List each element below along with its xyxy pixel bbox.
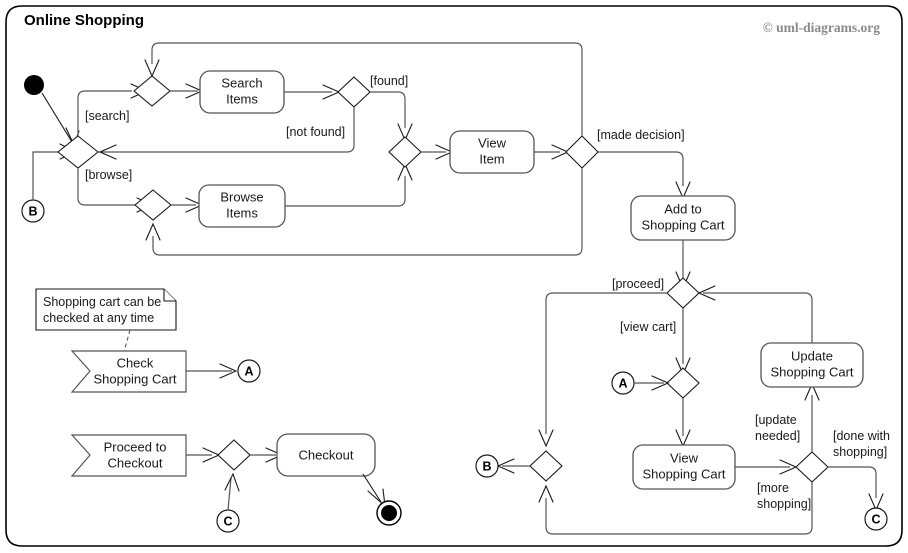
- decision-search-or-browse: [57, 135, 99, 169]
- edge-found-to-merge: [370, 91, 406, 128]
- decision-made-decision: [565, 135, 599, 169]
- merge-to-b-connector: [529, 450, 563, 482]
- guard-browse: [browse]: [85, 168, 132, 182]
- initial-node: [24, 75, 44, 95]
- edge-b-to-decision: [32, 151, 62, 200]
- guard-update-needed-line1: [update: [755, 413, 797, 427]
- final-node-inner: [381, 505, 397, 521]
- action-view-item-label-line2: Item: [479, 151, 504, 166]
- action-browse-items-label-line1: Browse: [220, 189, 263, 204]
- arrowhead-c-to-merge-checkout: [224, 472, 240, 492]
- action-view-cart-label-line2: Shopping Cart: [642, 466, 725, 481]
- merge-before-checkout: [217, 439, 251, 471]
- edge-checkout-to-final: [362, 473, 382, 503]
- guard-proceed: [proceed]: [612, 277, 664, 291]
- merge-before-browse: [134, 189, 172, 221]
- guard-made-decision: [made decision]: [597, 128, 685, 142]
- merge-proceed: [666, 277, 700, 309]
- edge-made-decision-to-add-cart: [598, 151, 684, 186]
- action-view-item-label-line1: View: [478, 135, 507, 150]
- guard-done-shopping-line2: shopping]: [833, 445, 887, 459]
- edge-browse-items-to-merge: [285, 176, 406, 207]
- action-search-items-label-line2: Items: [226, 91, 258, 106]
- connector-a-left-label: A: [244, 364, 253, 378]
- guard-more-shopping-line2: shopping]: [757, 497, 811, 511]
- action-update-cart-label-line1: Update: [791, 348, 833, 363]
- edge-proceed-to-b-merge: [545, 292, 667, 434]
- merge-before-search: [133, 75, 171, 107]
- connector-b-left-label: B: [28, 204, 37, 218]
- connector-c-right-label: C: [871, 512, 880, 526]
- signal-proceed-checkout-label-line2: Checkout: [108, 455, 163, 470]
- connector-a-right-label: A: [618, 376, 627, 390]
- action-view-cart-label-line1: View: [670, 450, 699, 465]
- connector-c-bottom-label: C: [223, 514, 232, 528]
- signal-check-cart-label-line2: Shopping Cart: [93, 371, 176, 386]
- page-title: Online Shopping: [24, 12, 144, 29]
- diagram-svg: Online Shopping © uml-diagrams.org B [se…: [5, 5, 903, 547]
- guard-search: [search]: [85, 109, 129, 123]
- copyright-label: © uml-diagrams.org: [763, 20, 881, 35]
- merge-before-view-item: [388, 136, 422, 168]
- note-line1: Shopping cart can be: [43, 295, 161, 309]
- signal-proceed-checkout-label-line1: Proceed to: [104, 439, 167, 454]
- edge-done-with-shopping: [828, 466, 877, 498]
- merge-a-view-cart: [666, 367, 700, 399]
- decision-found-not-found: [337, 76, 371, 108]
- action-checkout-label: Checkout: [299, 447, 354, 462]
- action-add-to-cart-label-line2: Shopping Cart: [641, 217, 724, 232]
- action-add-to-cart-label-line1: Add to: [664, 201, 702, 216]
- signal-check-cart-label-line1: Check: [117, 355, 154, 370]
- guard-done-shopping-line1: [done with: [833, 429, 890, 443]
- guard-view-cart: [view cart]: [620, 320, 676, 334]
- guard-more-shopping-line1: [more: [757, 481, 789, 495]
- guard-not-found: [not found]: [286, 125, 345, 139]
- guard-update-needed-line2: needed]: [755, 429, 800, 443]
- note-anchor-line: [123, 329, 131, 353]
- decision-cart-next-step: [795, 451, 829, 483]
- action-browse-items-label-line2: Items: [226, 205, 258, 220]
- guard-found: [found]: [370, 74, 408, 88]
- edge-initial-to-decision: [41, 92, 73, 143]
- action-search-items-label-line1: Search: [221, 75, 262, 90]
- edge-update-cart-to-proceed-merge: [703, 292, 813, 343]
- connector-b-right-label: B: [482, 459, 491, 473]
- note-line2: checked at any time: [43, 311, 154, 325]
- activity-diagram-canvas: Online Shopping © uml-diagrams.org B [se…: [0, 0, 908, 553]
- action-update-cart-label-line2: Shopping Cart: [770, 364, 853, 379]
